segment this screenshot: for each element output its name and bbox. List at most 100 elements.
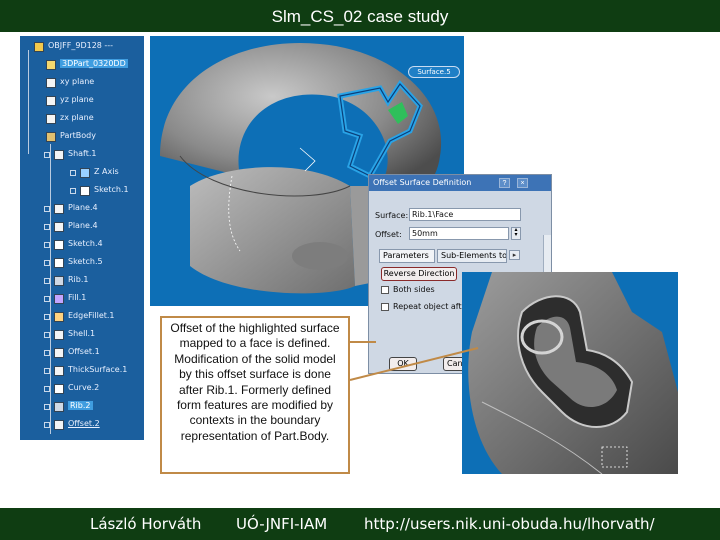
tree-item-label: Fill.1: [68, 293, 87, 302]
expand-toggle-icon[interactable]: [70, 170, 76, 176]
tree-item-label: PartBody: [60, 131, 96, 140]
expand-toggle-icon[interactable]: [44, 368, 50, 374]
tree-item[interactable]: Offset.1: [20, 346, 144, 360]
surface-tag[interactable]: Surface.5: [408, 66, 460, 78]
tree-item[interactable]: OBJFF_9D128 ---: [20, 40, 144, 54]
footer-author: László Horváth: [90, 515, 202, 533]
curve-icon: [54, 384, 64, 394]
expand-toggle-icon[interactable]: [44, 404, 50, 410]
offset-icon: [54, 420, 64, 430]
expand-toggle-icon[interactable]: [44, 278, 50, 284]
thick-surface-icon: [54, 366, 64, 376]
tree-item[interactable]: EdgeFillet.1: [20, 310, 144, 324]
rib-icon: [54, 276, 64, 286]
tree-item[interactable]: Plane.4: [20, 220, 144, 234]
plane-icon: [46, 78, 56, 88]
both-sides-checkbox[interactable]: [381, 286, 389, 294]
axis-icon: [80, 168, 90, 178]
tree-item[interactable]: yz plane: [20, 94, 144, 108]
tree-item-label: zx plane: [60, 113, 94, 122]
reverse-direction-button[interactable]: Reverse Direction: [381, 267, 457, 281]
footer-url[interactable]: http://users.nik.uni-obuda.hu/lhorvath/: [364, 515, 655, 533]
plane-icon: [46, 96, 56, 106]
tree-item[interactable]: PartBody: [20, 130, 144, 144]
tree-item-label: Curve.2: [68, 383, 100, 392]
expand-toggle-icon[interactable]: [44, 242, 50, 248]
tree-item[interactable]: Sketch.1: [20, 184, 144, 198]
tree-item[interactable]: Shell.1: [20, 328, 144, 342]
tree-item-label: Plane.4: [68, 203, 98, 212]
both-sides-label: Both sides: [393, 285, 435, 294]
tree-item-label: Sketch.1: [94, 185, 129, 194]
expand-toggle-icon[interactable]: [44, 224, 50, 230]
plane-icon: [54, 204, 64, 214]
expand-toggle-icon[interactable]: [44, 260, 50, 266]
tree-item[interactable]: Sketch.4: [20, 238, 144, 252]
detail-section-render: [468, 272, 678, 474]
close-icon[interactable]: ×: [517, 178, 528, 188]
slide-title: Slm_CS_02 case study: [0, 0, 720, 32]
tree-item-label: Rib.1: [68, 275, 89, 284]
offset-field[interactable]: 50mm: [409, 227, 509, 240]
tree-item[interactable]: 3DPart_0320DD: [20, 58, 144, 72]
tab-sub-elements[interactable]: Sub-Elements to r: [437, 249, 507, 263]
surface-label: Surface:: [375, 211, 409, 220]
expand-toggle-icon[interactable]: [44, 350, 50, 356]
offset-label: Offset:: [375, 230, 402, 239]
tree-item[interactable]: Fill.1: [20, 292, 144, 306]
tree-item[interactable]: ThickSurface.1: [20, 364, 144, 378]
tree-item[interactable]: zx plane: [20, 112, 144, 126]
tree-item[interactable]: Rib.1: [20, 274, 144, 288]
tree-item-label: OBJFF_9D128 ---: [48, 41, 114, 50]
tree-item-label: xy plane: [60, 77, 95, 86]
repeat-object-checkbox[interactable]: [381, 303, 389, 311]
expand-toggle-icon[interactable]: [44, 422, 50, 428]
rib-icon: [54, 402, 64, 412]
tree-item[interactable]: Z Axis: [20, 166, 144, 180]
expand-toggle-icon[interactable]: [44, 314, 50, 320]
tree-item[interactable]: Rib.2: [20, 400, 144, 414]
specification-tree[interactable]: OBJFF_9D128 --- 3DPart_0320DDxy plane yz p…: [20, 36, 144, 440]
expand-toggle-icon[interactable]: [44, 152, 50, 158]
tree-item[interactable]: Sketch.5: [20, 256, 144, 270]
expand-toggle-icon[interactable]: [70, 188, 76, 194]
tree-item-label: Z Axis: [94, 167, 119, 176]
help-icon[interactable]: ?: [499, 178, 510, 188]
fill-icon: [54, 294, 64, 304]
tab-scroll-icon[interactable]: ▸: [509, 250, 520, 260]
part-document-icon: [34, 42, 44, 52]
offset-icon: [54, 348, 64, 358]
tree-item-label: Shaft.1: [68, 149, 97, 158]
tree-item[interactable]: Offset.2: [20, 418, 144, 432]
tree-item-label: 3DPart_0320DD: [60, 59, 128, 68]
tree-item[interactable]: Curve.2: [20, 382, 144, 396]
footer-institute: UÓ-JNFI-IAM: [236, 515, 328, 533]
tree-item[interactable]: xy plane: [20, 76, 144, 90]
surface-field[interactable]: Rib.1\Face: [409, 208, 521, 221]
expand-toggle-icon[interactable]: [44, 206, 50, 212]
tree-item-label: yz plane: [60, 95, 94, 104]
tree-item[interactable]: Plane.4: [20, 202, 144, 216]
ok-button[interactable]: OK: [389, 357, 417, 371]
tree-item-label: Offset.2: [68, 419, 100, 428]
tree-item-label: EdgeFillet.1: [68, 311, 115, 320]
tab-parameters[interactable]: Parameters: [379, 249, 435, 263]
part-icon: [46, 60, 56, 70]
plane-icon: [46, 114, 56, 124]
plane-icon: [54, 222, 64, 232]
detail-viewport[interactable]: [462, 272, 678, 474]
tree-item-label: ThickSurface.1: [68, 365, 128, 374]
expand-toggle-icon[interactable]: [44, 296, 50, 302]
sketch-icon: [54, 240, 64, 250]
offset-spinner-icon[interactable]: ▴ ▾: [511, 227, 521, 240]
repeat-object-label: Repeat object after: [393, 302, 470, 311]
shaft-icon: [54, 150, 64, 160]
expand-toggle-icon[interactable]: [44, 386, 50, 392]
slide-footer: László Horváth UÓ-JNFI-IAM http://users.…: [0, 508, 720, 540]
tree-item[interactable]: Shaft.1: [20, 148, 144, 162]
tree-item-label: Sketch.4: [68, 239, 103, 248]
sketch-icon: [54, 258, 64, 268]
body-icon: [46, 132, 56, 142]
expand-toggle-icon[interactable]: [44, 332, 50, 338]
tree-item-label: Rib.2: [68, 401, 93, 410]
